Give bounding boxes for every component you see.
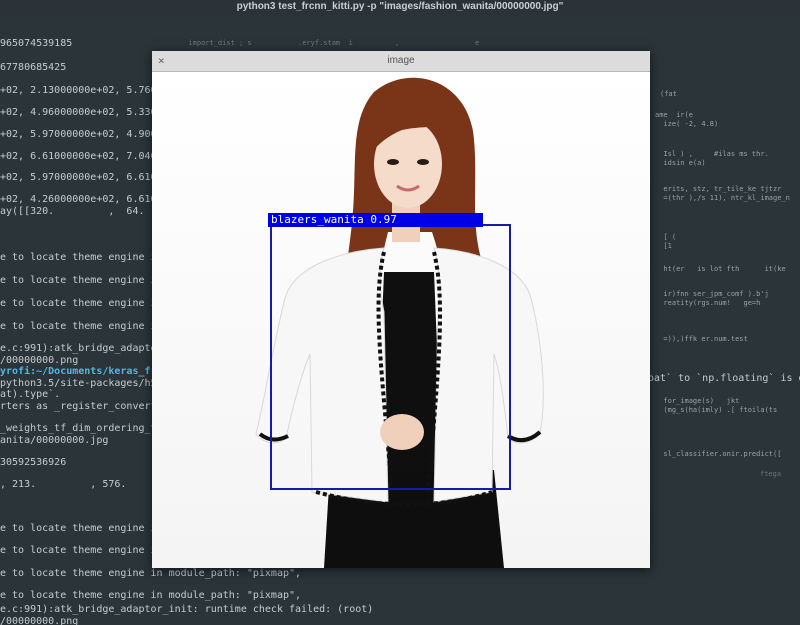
detection-box: [270, 224, 511, 490]
terminal-line: +02, 5.97000000e+02, 4.9000: [0, 129, 163, 140]
terminal-line: +02, 4.26000000e+02, 6.6100: [0, 194, 163, 205]
background-code-text: erits, stz, tr_tile_ke tjtzr =(thr ),/s …: [663, 185, 790, 202]
terminal-line: 965074539185: [0, 38, 73, 49]
background-code-text: import_dist ; s .eryf.stam i , e: [180, 39, 480, 47]
background-code-text: [ ( [1: [663, 233, 677, 250]
terminal-line: _weights_tf_dim_ordering_tf: [0, 423, 163, 434]
background-code-text: ftega: [760, 470, 782, 478]
terminal-line: rters as _register_converte: [0, 401, 163, 412]
terminal-line: e to locate theme engine in: [0, 321, 163, 332]
background-code-text: ame ir(e ize( -2, 4.8): [655, 111, 719, 128]
terminal-line: anita/00000000.jpg: [0, 435, 109, 446]
terminal-line: e to locate theme engine in: [0, 545, 163, 556]
background-code-text: ir)fnn ser_jpm_comf ).b'j reatity(rgs.nu…: [663, 290, 769, 307]
background-code-text: Isl ) , #ilas ms thr. idsin e(a): [663, 150, 769, 167]
image-canvas: blazers_wanita 0.97: [152, 72, 650, 568]
terminal-line: +02, 2.13000000e+02, 5.7600: [0, 85, 163, 96]
close-icon[interactable]: ×: [158, 51, 165, 71]
prompt-path: yrofi:~/Documents/keras_frc: [0, 366, 163, 377]
terminal-line: e to locate theme engine in module_path:…: [0, 568, 302, 579]
terminal-title-bar: python3 test_frcnn_kitti.py -p "images/f…: [0, 0, 800, 16]
terminal-line: 30592536926: [0, 457, 67, 468]
terminal-line: ay([[320. , 64.: [0, 206, 145, 217]
terminal-line: e to locate theme engine in: [0, 275, 163, 286]
terminal-line: , 213. , 576.: [0, 479, 127, 490]
terminal-line: +02, 5.97000000e+02, 6.6100: [0, 172, 163, 183]
terminal-line: oat` to `np.floating` is de: [648, 373, 800, 384]
background-code-text: =)),)ffk er.num.test: [655, 335, 748, 343]
image-window-title-bar[interactable]: image: [152, 51, 650, 72]
terminal-line: e to locate theme engine in: [0, 298, 163, 309]
background-code-text: (fat: [660, 90, 677, 98]
image-window[interactable]: image × blazers_wanita 0.97: [152, 51, 650, 568]
terminal-line: e.c:991):atk_bridge_adaptor_init: runtim…: [0, 604, 374, 615]
terminal-line: /00000000.png: [0, 616, 79, 625]
detection-label: blazers_wanita 0.97: [268, 213, 483, 227]
terminal-line: +02, 4.96000000e+02, 5.3300: [0, 107, 163, 118]
terminal-line: e to locate theme engine in module_path:…: [0, 590, 302, 601]
background-code-text: sl_classifier.onir.predict([: [655, 450, 782, 458]
eye: [417, 159, 429, 165]
terminal-line: at).type`.: [0, 389, 61, 400]
eye: [387, 159, 399, 165]
terminal-line: +02, 6.61000000e+02, 7.0400: [0, 151, 163, 162]
terminal-line: e to locate theme engine in: [0, 252, 163, 263]
image-window-title: image: [387, 55, 415, 66]
background-code-text: ht(er is lot fth it(ke: [655, 265, 786, 273]
background-code-text: for_image(s) jkt (mg_s(ha(imly) .[ ftoil…: [663, 397, 778, 414]
terminal-prompt-line: yrofi:~/Documents/keras_frc: [0, 366, 163, 378]
terminal-line: e.c:991):atk_bridge_adaptor: [0, 343, 163, 354]
terminal-line: e to locate theme engine in: [0, 523, 163, 534]
terminal-line: 67780685425: [0, 62, 67, 73]
